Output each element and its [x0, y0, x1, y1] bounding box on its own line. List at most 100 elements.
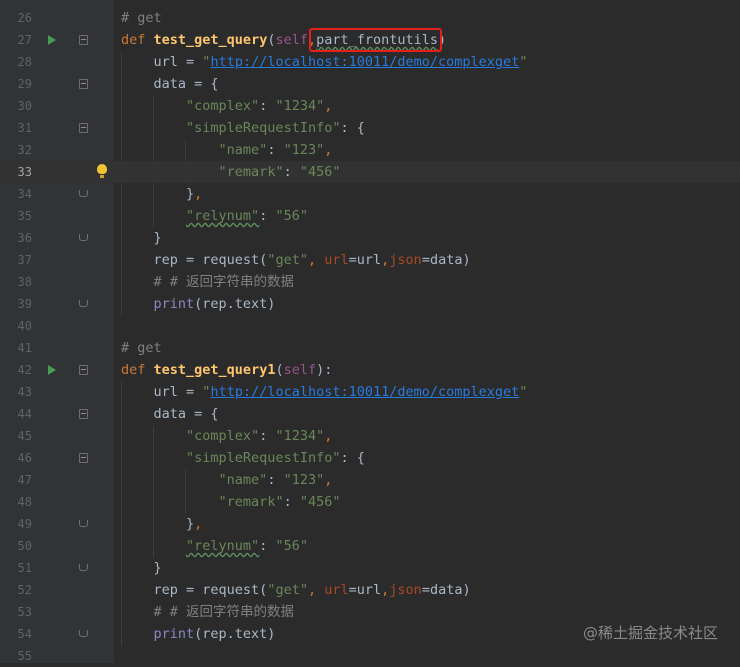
line-number: 32	[17, 143, 32, 157]
line-number: 42	[17, 363, 32, 377]
code-text: # # 返回字符串的数据	[153, 604, 295, 620]
code-line[interactable]: 36 }	[0, 227, 740, 249]
fold-end-icon[interactable]	[79, 564, 88, 571]
line-number: 39	[17, 297, 32, 311]
code-line[interactable]: 41 # get	[0, 337, 740, 359]
code-text: "simpleRequestInfo": {	[186, 450, 365, 466]
code-line[interactable]: 49 },	[0, 513, 740, 535]
line-number: 41	[17, 341, 32, 355]
current-code-line[interactable]: 33 "remark": "456"	[0, 161, 740, 183]
code-line[interactable]: 34 },	[0, 183, 740, 205]
run-icon[interactable]	[48, 365, 56, 375]
code-text: # get	[121, 340, 162, 356]
fold-icon[interactable]	[79, 365, 88, 375]
code-line[interactable]: 28 url = "http://localhost:10011/demo/co…	[0, 51, 740, 73]
line-number: 35	[17, 209, 32, 223]
code-line[interactable]: 48 "remark": "456"	[0, 491, 740, 513]
code-line[interactable]: 46 "simpleRequestInfo": {	[0, 447, 740, 469]
code-text: url = "http://localhost:10011/demo/compl…	[153, 384, 528, 400]
fold-end-icon[interactable]	[79, 630, 88, 637]
fold-icon[interactable]	[79, 35, 88, 45]
code-text: "remark": "456"	[218, 494, 341, 510]
line-number: 34	[17, 187, 32, 201]
url-link[interactable]: http://localhost:10011/demo/complexget	[210, 54, 519, 70]
line-number: 53	[17, 605, 32, 619]
code-line[interactable]: 40	[0, 315, 740, 337]
line-number: 50	[17, 539, 32, 553]
line-number: 51	[17, 561, 32, 575]
code-text: data = {	[153, 76, 219, 92]
code-text: def test_get_query1(self):	[121, 362, 333, 378]
line-number: 29	[17, 77, 32, 91]
line-number: 31	[17, 121, 32, 135]
line-number: 46	[17, 451, 32, 465]
code-line[interactable]: 50 "relynum": "56"	[0, 535, 740, 557]
line-number: 45	[17, 429, 32, 443]
fold-end-icon[interactable]	[79, 190, 88, 197]
code-text: url = "http://localhost:10011/demo/compl…	[153, 54, 528, 70]
fold-icon[interactable]	[79, 453, 88, 463]
code-line[interactable]: 38 # # 返回字符串的数据	[0, 271, 740, 293]
code-text: print(rep.text)	[153, 626, 276, 642]
code-line[interactable]: 30 "complex": "1234",	[0, 95, 740, 117]
code-line[interactable]: 39 print(rep.text)	[0, 293, 740, 315]
code-text: "complex": "1234",	[186, 428, 333, 444]
code-text: "name": "123",	[218, 142, 333, 158]
fold-end-icon[interactable]	[79, 520, 88, 527]
code-text: }	[121, 560, 162, 576]
line-number: 33	[17, 165, 32, 179]
code-line[interactable]: 52 rep = request("get", url=url,json=dat…	[0, 579, 740, 601]
line-number: 26	[17, 11, 32, 25]
code-text: # get	[121, 10, 162, 26]
line-number: 47	[17, 473, 32, 487]
code-line[interactable]: 45 "complex": "1234",	[0, 425, 740, 447]
line-number: 38	[17, 275, 32, 289]
code-text: "relynum": "56"	[186, 538, 308, 554]
code-text: },	[121, 516, 203, 532]
fold-icon[interactable]	[79, 123, 88, 133]
line-number: 30	[17, 99, 32, 113]
code-line[interactable]: 51 }	[0, 557, 740, 579]
code-text: data = {	[153, 406, 219, 422]
code-line[interactable]: 26 # get	[0, 7, 740, 29]
code-line[interactable]: 44 data = {	[0, 403, 740, 425]
code-text: "name": "123",	[218, 472, 333, 488]
code-line[interactable]: 55	[0, 645, 740, 667]
code-text: "remark": "456"	[218, 164, 341, 180]
code-editor[interactable]: 26 # get 27 def test_get_query(self,part…	[0, 0, 740, 663]
fold-end-icon[interactable]	[79, 300, 88, 307]
code-text: },	[121, 186, 203, 202]
code-line[interactable]: 29 data = {	[0, 73, 740, 95]
code-line[interactable]: 37 rep = request("get", url=url,json=dat…	[0, 249, 740, 271]
url-link[interactable]: http://localhost:10011/demo/complexget	[210, 384, 519, 400]
line-number: 48	[17, 495, 32, 509]
line-number: 54	[17, 627, 32, 641]
code-line[interactable]: 43 url = "http://localhost:10011/demo/co…	[0, 381, 740, 403]
annotation-highlight-box	[309, 28, 442, 52]
run-icon[interactable]	[48, 35, 56, 45]
code-line[interactable]: 31 "simpleRequestInfo": {	[0, 117, 740, 139]
fold-icon[interactable]	[79, 79, 88, 89]
line-number: 52	[17, 583, 32, 597]
line-number: 43	[17, 385, 32, 399]
line-number: 40	[17, 319, 32, 333]
code-text: # # 返回字符串的数据	[153, 274, 295, 290]
fold-end-icon[interactable]	[79, 234, 88, 241]
code-line[interactable]: 35 "relynum": "56"	[0, 205, 740, 227]
code-text: "complex": "1234",	[186, 98, 333, 114]
code-text: rep = request("get", url=url,json=data)	[153, 582, 471, 598]
code-line[interactable]: 53 # # 返回字符串的数据	[0, 601, 740, 623]
line-number: 37	[17, 253, 32, 267]
line-number: 36	[17, 231, 32, 245]
lightbulb-icon[interactable]	[97, 164, 107, 178]
line-number: 44	[17, 407, 32, 421]
code-text: print(rep.text)	[153, 296, 276, 312]
code-text: "simpleRequestInfo": {	[186, 120, 365, 136]
code-text: rep = request("get", url=url,json=data)	[153, 252, 471, 268]
fold-icon[interactable]	[79, 409, 88, 419]
code-line[interactable]: 32 "name": "123",	[0, 139, 740, 161]
code-line[interactable]: 47 "name": "123",	[0, 469, 740, 491]
code-line[interactable]: 42 def test_get_query1(self):	[0, 359, 740, 381]
line-number: 49	[17, 517, 32, 531]
code-text: "relynum": "56"	[186, 208, 308, 224]
